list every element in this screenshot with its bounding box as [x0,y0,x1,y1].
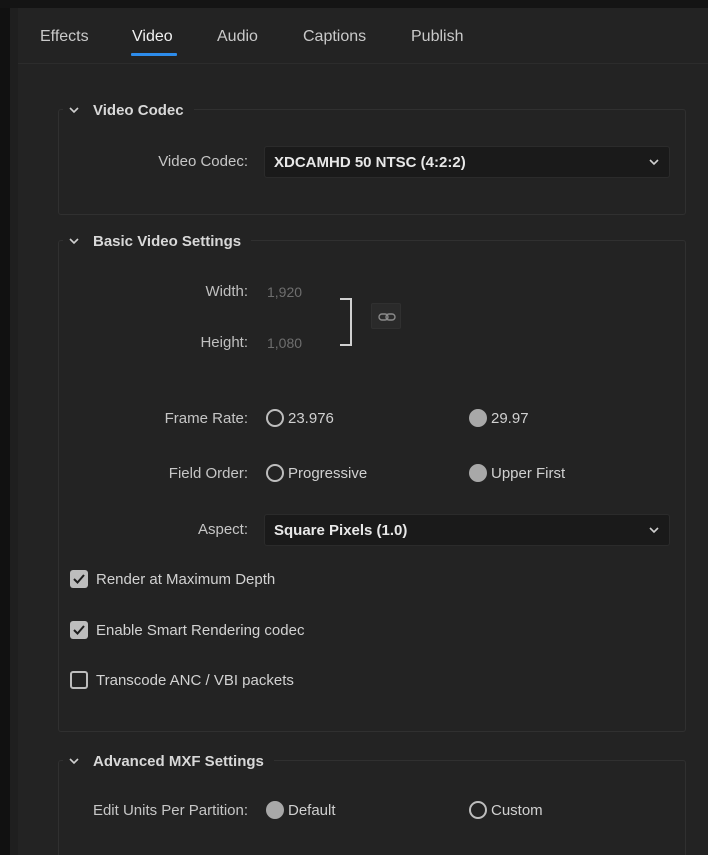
edit-units-default-radio[interactable]: Default [266,801,336,819]
width-label: Width: [205,283,248,300]
radio-selected-icon [266,801,284,819]
basic-video-settings-header[interactable]: Basic Video Settings [63,229,252,253]
radio-label: Custom [491,801,543,819]
radio-label: Default [288,801,336,819]
enable-smart-rendering-checkbox[interactable]: Enable Smart Rendering codec [70,621,304,639]
transcode-anc-vbi-checkbox[interactable]: Transcode ANC / VBI packets [70,671,294,689]
radio-label: Progressive [288,464,368,482]
checkbox-unchecked-icon [70,671,88,689]
aspect-dropdown[interactable]: Square Pixels (1.0) [264,514,670,546]
radio-selected-icon [469,464,487,482]
radio-unselected-icon [266,409,284,427]
radio-label: Upper First [491,464,566,482]
field-order-upper-first-radio[interactable]: Upper First [469,464,565,482]
edit-units-label: Edit Units Per Partition: [92,802,248,819]
checkbox-label: Enable Smart Rendering codec [96,621,305,639]
height-value[interactable]: 1,080 [267,335,302,351]
video-codec-dropdown[interactable]: XDCAMHD 50 NTSC (4:2:2) [264,146,670,178]
tab-audio[interactable]: Audio [217,28,258,46]
aspect-value: Square Pixels (1.0) [274,522,408,539]
tab-publish[interactable]: Publish [411,28,463,46]
checkmark-icon [73,625,85,635]
frame-rate-label: Frame Rate: [164,410,248,427]
export-settings-panel: Effects Video Audio Captions Publish Vid… [18,8,708,855]
checkbox-label: Render at Maximum Depth [96,570,276,588]
window-edge [0,0,10,855]
chevron-down-icon [69,107,79,114]
chevron-down-icon [69,758,79,765]
radio-unselected-icon [469,801,487,819]
dimension-bracket [340,298,352,346]
chevron-down-icon [649,159,659,166]
video-codec-label: Video Codec: [158,153,248,170]
advanced-mxf-settings-header[interactable]: Advanced MXF Settings [63,749,274,773]
tab-captions[interactable]: Captions [303,28,366,46]
section-title: Basic Video Settings [93,232,242,250]
checkbox-label: Transcode ANC / VBI packets [96,671,294,689]
radio-label: 23.976 [288,409,334,427]
section-title: Advanced MXF Settings [93,752,264,770]
radio-unselected-icon [266,464,284,482]
edit-units-custom-radio[interactable]: Custom [469,801,543,819]
video-codec-header[interactable]: Video Codec [63,98,194,122]
tab-bar: Effects Video Audio Captions Publish [18,8,708,64]
render-max-depth-checkbox[interactable]: Render at Maximum Depth [70,570,275,588]
radio-label: 29.97 [491,409,529,427]
chevron-down-icon [69,238,79,245]
active-tab-indicator [131,53,177,56]
link-dimensions-button[interactable] [371,303,401,329]
checkbox-checked-icon [70,570,88,588]
chevron-down-icon [649,527,659,534]
link-icon [378,313,396,321]
tab-effects[interactable]: Effects [40,28,89,46]
section-title: Video Codec [93,101,184,119]
window-top-edge [0,0,708,8]
checkmark-icon [73,574,85,584]
checkbox-checked-icon [70,621,88,639]
tab-video[interactable]: Video [132,28,173,46]
width-value[interactable]: 1,920 [267,284,302,300]
video-codec-value: XDCAMHD 50 NTSC (4:2:2) [274,154,466,171]
aspect-label: Aspect: [197,521,248,538]
frame-rate-23976-radio[interactable]: 23.976 [266,409,334,427]
height-label: Height: [200,334,248,351]
radio-selected-icon [469,409,487,427]
field-order-progressive-radio[interactable]: Progressive [266,464,367,482]
field-order-label: Field Order: [168,465,248,482]
frame-rate-2997-radio[interactable]: 29.97 [469,409,529,427]
